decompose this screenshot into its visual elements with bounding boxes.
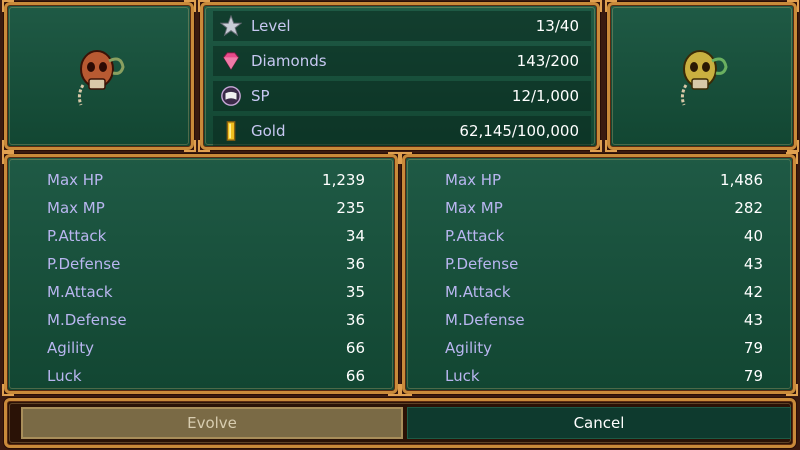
stat-value: 35 [345,283,365,301]
gold-label: Gold [251,122,286,140]
stat-label: Agility [47,339,95,357]
diamond-icon [219,49,243,73]
cancel-button[interactable]: Cancel [407,407,791,439]
stat-value: 42 [743,283,763,301]
stat-row: P.Attack 34 [47,223,365,249]
stat-label: P.Attack [47,227,107,245]
stat-value: 36 [345,255,365,273]
level-row: Level 13/40 [213,11,591,41]
stat-value: 235 [336,199,365,217]
stat-value: 43 [743,311,763,329]
stat-value: 79 [743,339,763,357]
stat-row: M.Defense 36 [47,307,365,333]
level-value: 13/40 [535,17,579,35]
stat-row: M.Attack 35 [47,279,365,305]
gold-value: 62,145/100,000 [459,122,579,140]
stat-label: P.Defense [445,255,519,273]
stat-value: 40 [743,227,763,245]
diamonds-row: Diamonds 143/200 [213,46,591,76]
evolved-stats-panel: Max HP 1,486 Max MP 282 P.Attack 40 P.Defen… [400,152,798,396]
sp-value: 12/1,000 [511,87,579,105]
stat-value: 43 [743,255,763,273]
sp-row: SP 12/1,000 [213,81,591,111]
stat-label: M.Attack [445,283,511,301]
stat-row: P.Defense 43 [445,251,763,277]
stat-row: Agility 79 [445,335,763,361]
stat-value: 1,239 [322,171,365,189]
star-icon [219,14,243,38]
evolve-button[interactable]: Evolve [21,407,403,439]
stat-label: Max MP [47,199,105,217]
stat-label: P.Defense [47,255,121,273]
stat-row: Luck 66 [47,363,365,389]
stat-value: 79 [743,367,763,385]
sp-book-icon [219,84,243,108]
evolution-cost-panel: Level 13/40 Diamonds 143/200 SP 12/1,000… [198,0,602,152]
stat-label: Luck [445,367,480,385]
stat-row: Max MP 282 [445,195,763,221]
stat-label: M.Defense [47,311,127,329]
evolved-monster-portrait-panel [605,0,799,152]
stat-row: Max HP 1,239 [47,167,365,193]
diamonds-value: 143/200 [516,52,579,70]
action-bar: Evolve Cancel [4,398,796,448]
stat-label: M.Defense [445,311,525,329]
stat-value: 1,486 [720,171,763,189]
stat-row: M.Attack 42 [445,279,763,305]
skull-monster-icon [77,50,125,106]
sp-label: SP [251,87,270,105]
stat-value: 282 [734,199,763,217]
stat-value: 36 [345,311,365,329]
current-stats-panel: Max HP 1,239 Max MP 235 P.Attack 34 P.Defen… [2,152,400,396]
stat-row: Agility 66 [47,335,365,361]
current-monster-portrait-panel [2,0,196,152]
stat-value: 66 [345,367,365,385]
stat-row: Max HP 1,486 [445,167,763,193]
stat-label: Luck [47,367,82,385]
skull-monster-evolved-icon [680,50,728,106]
stat-value: 66 [345,339,365,357]
stat-row: Max MP 235 [47,195,365,221]
stat-label: Max HP [445,171,502,189]
stat-label: M.Attack [47,283,113,301]
stat-row: Luck 79 [445,363,763,389]
stat-row: P.Attack 40 [445,223,763,249]
stat-label: Max HP [47,171,104,189]
level-label: Level [251,17,291,35]
stat-value: 34 [345,227,365,245]
diamonds-label: Diamonds [251,52,327,70]
stat-label: P.Attack [445,227,505,245]
stat-label: Agility [445,339,493,357]
gold-bar-icon [219,119,243,143]
stat-label: Max MP [445,199,503,217]
stat-row: M.Defense 43 [445,307,763,333]
gold-row: Gold 62,145/100,000 [213,116,591,146]
stat-row: P.Defense 36 [47,251,365,277]
